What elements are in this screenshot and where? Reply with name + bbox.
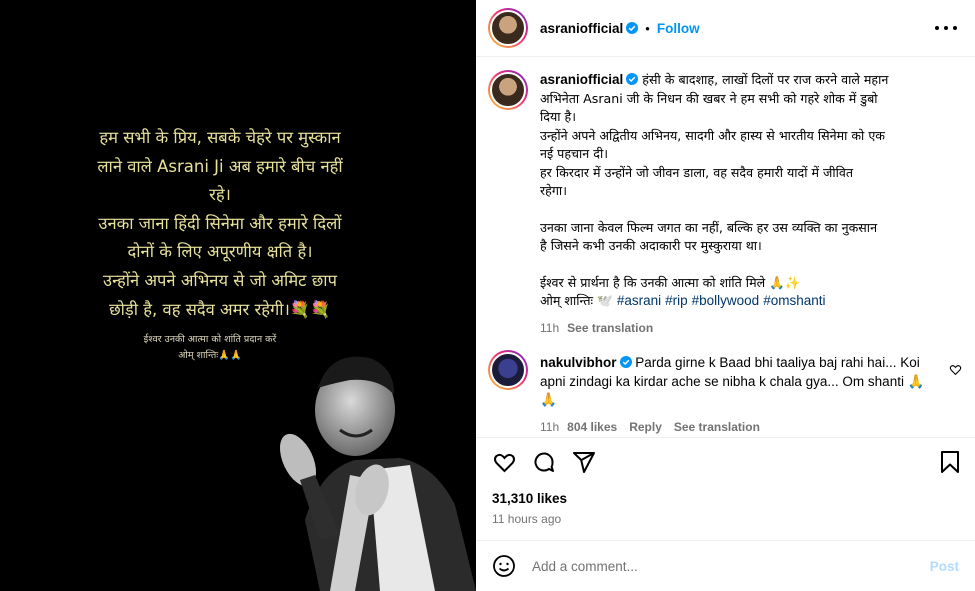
like-heart-icon[interactable] [492, 450, 517, 474]
caption-line: ईश्वर से प्रार्थना है कि उनकी आत्मा को श… [540, 274, 801, 290]
caption-line: हंसी के बादशाह, लाखों दिलों पर राज करने … [642, 72, 889, 87]
caption-line: रहेगा। [540, 183, 567, 198]
username-link[interactable]: asraniofficial [540, 21, 623, 36]
tribute-line: लाने वाले Asrani Ji अब हमारे बीच नहीं [97, 156, 343, 176]
tribute-line: उन्होंने अपने अभिनय से जो अमिट छाप [103, 270, 337, 290]
see-translation-link[interactable]: See translation [567, 321, 653, 335]
share-paper-plane-icon[interactable] [572, 450, 596, 474]
comment-bubble-icon[interactable] [532, 450, 556, 474]
post-actions: 31,310 likes 11 hours ago [476, 437, 975, 539]
avatar[interactable] [488, 70, 528, 110]
tribute-line: रहे। [209, 185, 231, 205]
caption-time[interactable]: 11h [540, 321, 559, 335]
comment-likes[interactable]: 804 likes [567, 420, 617, 434]
post-header: asraniofficial • Follow [476, 0, 975, 57]
post-time[interactable]: 11 hours ago [492, 512, 561, 526]
comment-username[interactable]: nakulvibhor [540, 355, 617, 370]
see-translation-link[interactable]: See translation [674, 420, 760, 434]
emoji-icon[interactable] [492, 554, 516, 578]
post-button[interactable]: Post [930, 559, 959, 574]
tribute-line-last: छोड़ी है, वह सदैव अमर रहेगी।💐💐 [40, 296, 400, 325]
add-comment-bar: Post [476, 540, 975, 591]
caption-username[interactable]: asraniofficial [540, 72, 623, 87]
verified-badge-icon [626, 22, 639, 34]
verified-badge-icon [626, 73, 639, 85]
hashtag-link[interactable]: #omshanti [763, 293, 825, 308]
comment-text: nakulvibhor Parda girne k Baad bhi taali… [540, 354, 938, 436]
hashtag-link[interactable]: #rip [665, 293, 688, 308]
caption-line: उन्होंने अपने अद्वितीय अभिनय, सादगी और ह… [540, 127, 885, 143]
tribute-line: हम सभी के प्रिय, सबके चेहरे पर मुस्कान [99, 128, 341, 147]
caption-line: नई पहचान दी। [540, 146, 608, 161]
avatar[interactable] [488, 8, 528, 48]
tribute-line: छोड़ी है, वह सदैव अमर रहेगी। [109, 299, 290, 319]
separator-dot: • [645, 20, 650, 36]
likes-count[interactable]: 31,310 likes [492, 491, 567, 506]
flowers-emoji: 💐💐 [289, 299, 331, 319]
caption-text: asraniofficial हंसी के बादशाह, लाखों दिल… [540, 71, 952, 337]
tribute-text: हम सभी के प्रिय, सबके चेहरे पर मुस्कान ल… [40, 124, 400, 324]
avatar[interactable] [488, 350, 528, 390]
post-image[interactable]: हम सभी के प्रिय, सबके चेहरे पर मुस्कान ल… [0, 0, 476, 591]
caption-line: उनका जाना केवल फिल्म जगत का नहीं, बल्कि … [540, 219, 878, 235]
follow-button[interactable]: Follow [657, 21, 700, 36]
caption-line: हर किरदार में उन्होंने जो जीवन डाला, वह … [540, 164, 854, 180]
comment-time[interactable]: 11h [540, 420, 559, 434]
comment-like-icon[interactable] [949, 363, 962, 376]
hashtag-link[interactable]: #asrani [617, 293, 661, 308]
caption-line: अभिनेता Asrani जी के निधन की खबर ने हम स… [540, 90, 878, 106]
hashtag-link[interactable]: #bollywood [692, 293, 760, 308]
caption-line: ओम् शान्तिः 🕊️ [540, 293, 613, 308]
tribute-line: दोनों के लिए अपूरणीय क्षति है। [127, 242, 313, 262]
caption-line: है जिसने कभी उनकी अदाकारी पर मुस्कुराया … [540, 238, 762, 253]
reply-button[interactable]: Reply [629, 420, 662, 434]
caption-line: दिया है। [540, 109, 576, 124]
tribute-line: उनका जाना हिंदी सिनेमा और हमारे दिलों [98, 213, 342, 233]
portrait-photo [279, 356, 476, 591]
more-options-icon[interactable] [935, 18, 957, 38]
verified-badge-icon [619, 356, 632, 368]
comment-input[interactable] [532, 558, 902, 574]
save-bookmark-icon[interactable] [939, 450, 961, 474]
